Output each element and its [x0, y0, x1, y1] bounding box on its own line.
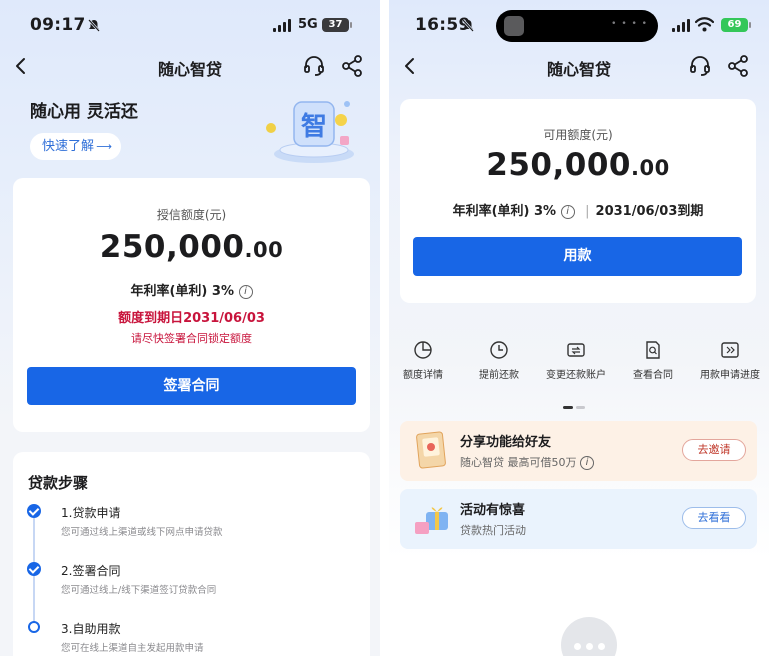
- invite-button[interactable]: 去邀请: [682, 439, 746, 461]
- muted-bell-icon: [88, 19, 100, 32]
- interest-rate-text: 年利率(单利) 3%: [452, 204, 557, 219]
- promo-subtitle: 随心智贷 最高可借50万 i: [460, 454, 594, 470]
- due-date: 2031/06/03到期: [595, 204, 704, 219]
- customer-service-icon[interactable]: [688, 54, 712, 78]
- interest-rate-text: 年利率(单利) 3%: [130, 284, 234, 299]
- hero-slogan: 随心用 灵活还: [30, 102, 138, 122]
- status-bar: 16:59 • • • • 69: [389, 0, 769, 48]
- pie-chart-icon: [414, 341, 432, 359]
- quick-learn-label: 快速了解: [42, 139, 95, 154]
- quick-learn-button[interactable]: 快速了解 ⟶: [30, 133, 121, 160]
- credit-card: 授信额度(元) 250,000.00 年利率(单利) 3% i 额度到期日203…: [13, 178, 370, 432]
- credit-amount-int: 250,000: [99, 229, 245, 265]
- step-desc: 您可通过线上/线下渠道签订贷款合同: [61, 585, 217, 596]
- step-name: 3.自助用款: [61, 622, 121, 636]
- battery-icon: 69: [721, 18, 751, 32]
- arrow-right-icon: ⟶: [96, 140, 112, 153]
- separator: |: [585, 204, 590, 219]
- feature-label: 提前还款: [479, 370, 519, 381]
- hero-illustration: 智: [266, 101, 354, 163]
- dots-icon: • • • •: [611, 19, 648, 29]
- progress-icon: [721, 342, 739, 358]
- promo-subtitle: 贷款热门活动: [460, 524, 526, 537]
- expiry-date: 额度到期日2031/06/03: [118, 311, 265, 326]
- feature-label: 额度详情: [403, 370, 443, 381]
- available-card: 可用额度(元) 250,000.00 年利率(单利) 3% i | 2031/06…: [400, 99, 756, 303]
- feature-label: 变更还款账户: [546, 370, 606, 381]
- app-thumbnail-icon: [504, 16, 524, 36]
- promo-share[interactable]: 分享功能给好友 随心智贷 最高可借50万 i 去邀请: [400, 421, 757, 481]
- wifi-icon: [695, 17, 714, 32]
- clock-icon: [490, 341, 508, 359]
- interest-rate: 年利率(单利) 3% i: [13, 280, 370, 299]
- available-amount-int: 250,000: [486, 147, 631, 183]
- available-amount-decimal: .00: [631, 156, 670, 180]
- screen-divider: [380, 0, 389, 656]
- rate-and-due: 年利率(单利) 3% i | 2031/06/03到期: [400, 200, 756, 219]
- chat-bubble-icon[interactable]: [561, 617, 617, 656]
- feature-application-progress[interactable]: 用款申请进度: [694, 340, 766, 382]
- promo-activity[interactable]: 活动有惊喜 贷款热门活动 去看看: [400, 489, 757, 549]
- muted-bell-icon: [462, 19, 474, 32]
- info-icon[interactable]: i: [238, 285, 253, 299]
- credit-amount-decimal: .00: [244, 238, 284, 262]
- credit-amount: 250,000.00: [13, 229, 370, 265]
- nav-bar: 随心智贷: [389, 48, 769, 84]
- info-icon[interactable]: i: [560, 205, 575, 219]
- view-activity-button[interactable]: 去看看: [682, 507, 746, 529]
- promo-title: 分享功能给好友: [460, 435, 552, 450]
- sign-contract-button[interactable]: 签署合同: [27, 367, 356, 405]
- feature-label: 查看合同: [633, 370, 673, 381]
- promo-title: 活动有惊喜: [460, 503, 526, 518]
- feature-early-repay[interactable]: 提前还款: [463, 340, 535, 382]
- page-indicator: [563, 406, 585, 409]
- info-icon[interactable]: i: [580, 456, 594, 470]
- draw-loan-button[interactable]: 用款: [413, 237, 742, 276]
- hero-badge-char: 智: [301, 112, 327, 142]
- credit-limit-label: 授信额度(元): [156, 208, 227, 222]
- step-connector: [33, 518, 35, 565]
- share-icon[interactable]: [340, 54, 364, 78]
- signal-icon: [273, 19, 292, 32]
- step-pending-icon: [28, 621, 40, 633]
- right-screen: 16:59 • • • • 69 随心智贷 可用额度(元) 250,000.00…: [389, 0, 769, 656]
- promo-subtitle-text: 随心智贷 最高可借50万: [460, 456, 577, 469]
- dynamic-island: • • • •: [496, 10, 658, 42]
- invitation-card-icon: [416, 431, 446, 469]
- left-screen: 09:17 5G 37 随心智贷 随心用 灵活还 快速了解 ⟶ 智 授信额度(元…: [0, 0, 380, 656]
- feature-label: 用款申请进度: [700, 370, 760, 381]
- page-title: 随心智贷: [546, 60, 611, 79]
- step-desc: 您可通过线上渠道或线下网点申请贷款: [61, 527, 223, 538]
- status-time: 09:17: [30, 15, 86, 35]
- customer-service-icon[interactable]: [302, 54, 326, 78]
- available-limit-label: 可用额度(元): [543, 128, 613, 142]
- steps-title: 贷款步骤: [28, 474, 89, 492]
- nav-bar: 随心智贷: [0, 48, 380, 84]
- available-amount: 250,000.00: [400, 147, 756, 183]
- network-type: 5G: [298, 17, 318, 32]
- signal-icon: [672, 19, 691, 32]
- step-done-icon: [27, 562, 41, 576]
- share-icon[interactable]: [726, 54, 750, 78]
- battery-icon: 37: [322, 18, 352, 32]
- status-bar: 09:17 5G 37: [0, 0, 380, 48]
- sign-notice: 请尽快签署合同锁定额度: [131, 332, 252, 345]
- feature-change-account[interactable]: 变更还款账户: [540, 340, 612, 382]
- step-desc: 您可在线上渠道自主发起用款申请: [61, 643, 204, 654]
- card-transfer-icon: [567, 343, 585, 357]
- document-search-icon: [646, 341, 660, 359]
- step-done-icon: [27, 504, 41, 518]
- feature-limit-details[interactable]: 额度详情: [389, 340, 459, 382]
- gift-box-icon: [415, 507, 448, 534]
- step-connector: [33, 576, 35, 621]
- step-name: 1.贷款申请: [61, 506, 121, 520]
- step-name: 2.签署合同: [61, 564, 121, 578]
- feature-view-contract[interactable]: 查看合同: [617, 340, 689, 382]
